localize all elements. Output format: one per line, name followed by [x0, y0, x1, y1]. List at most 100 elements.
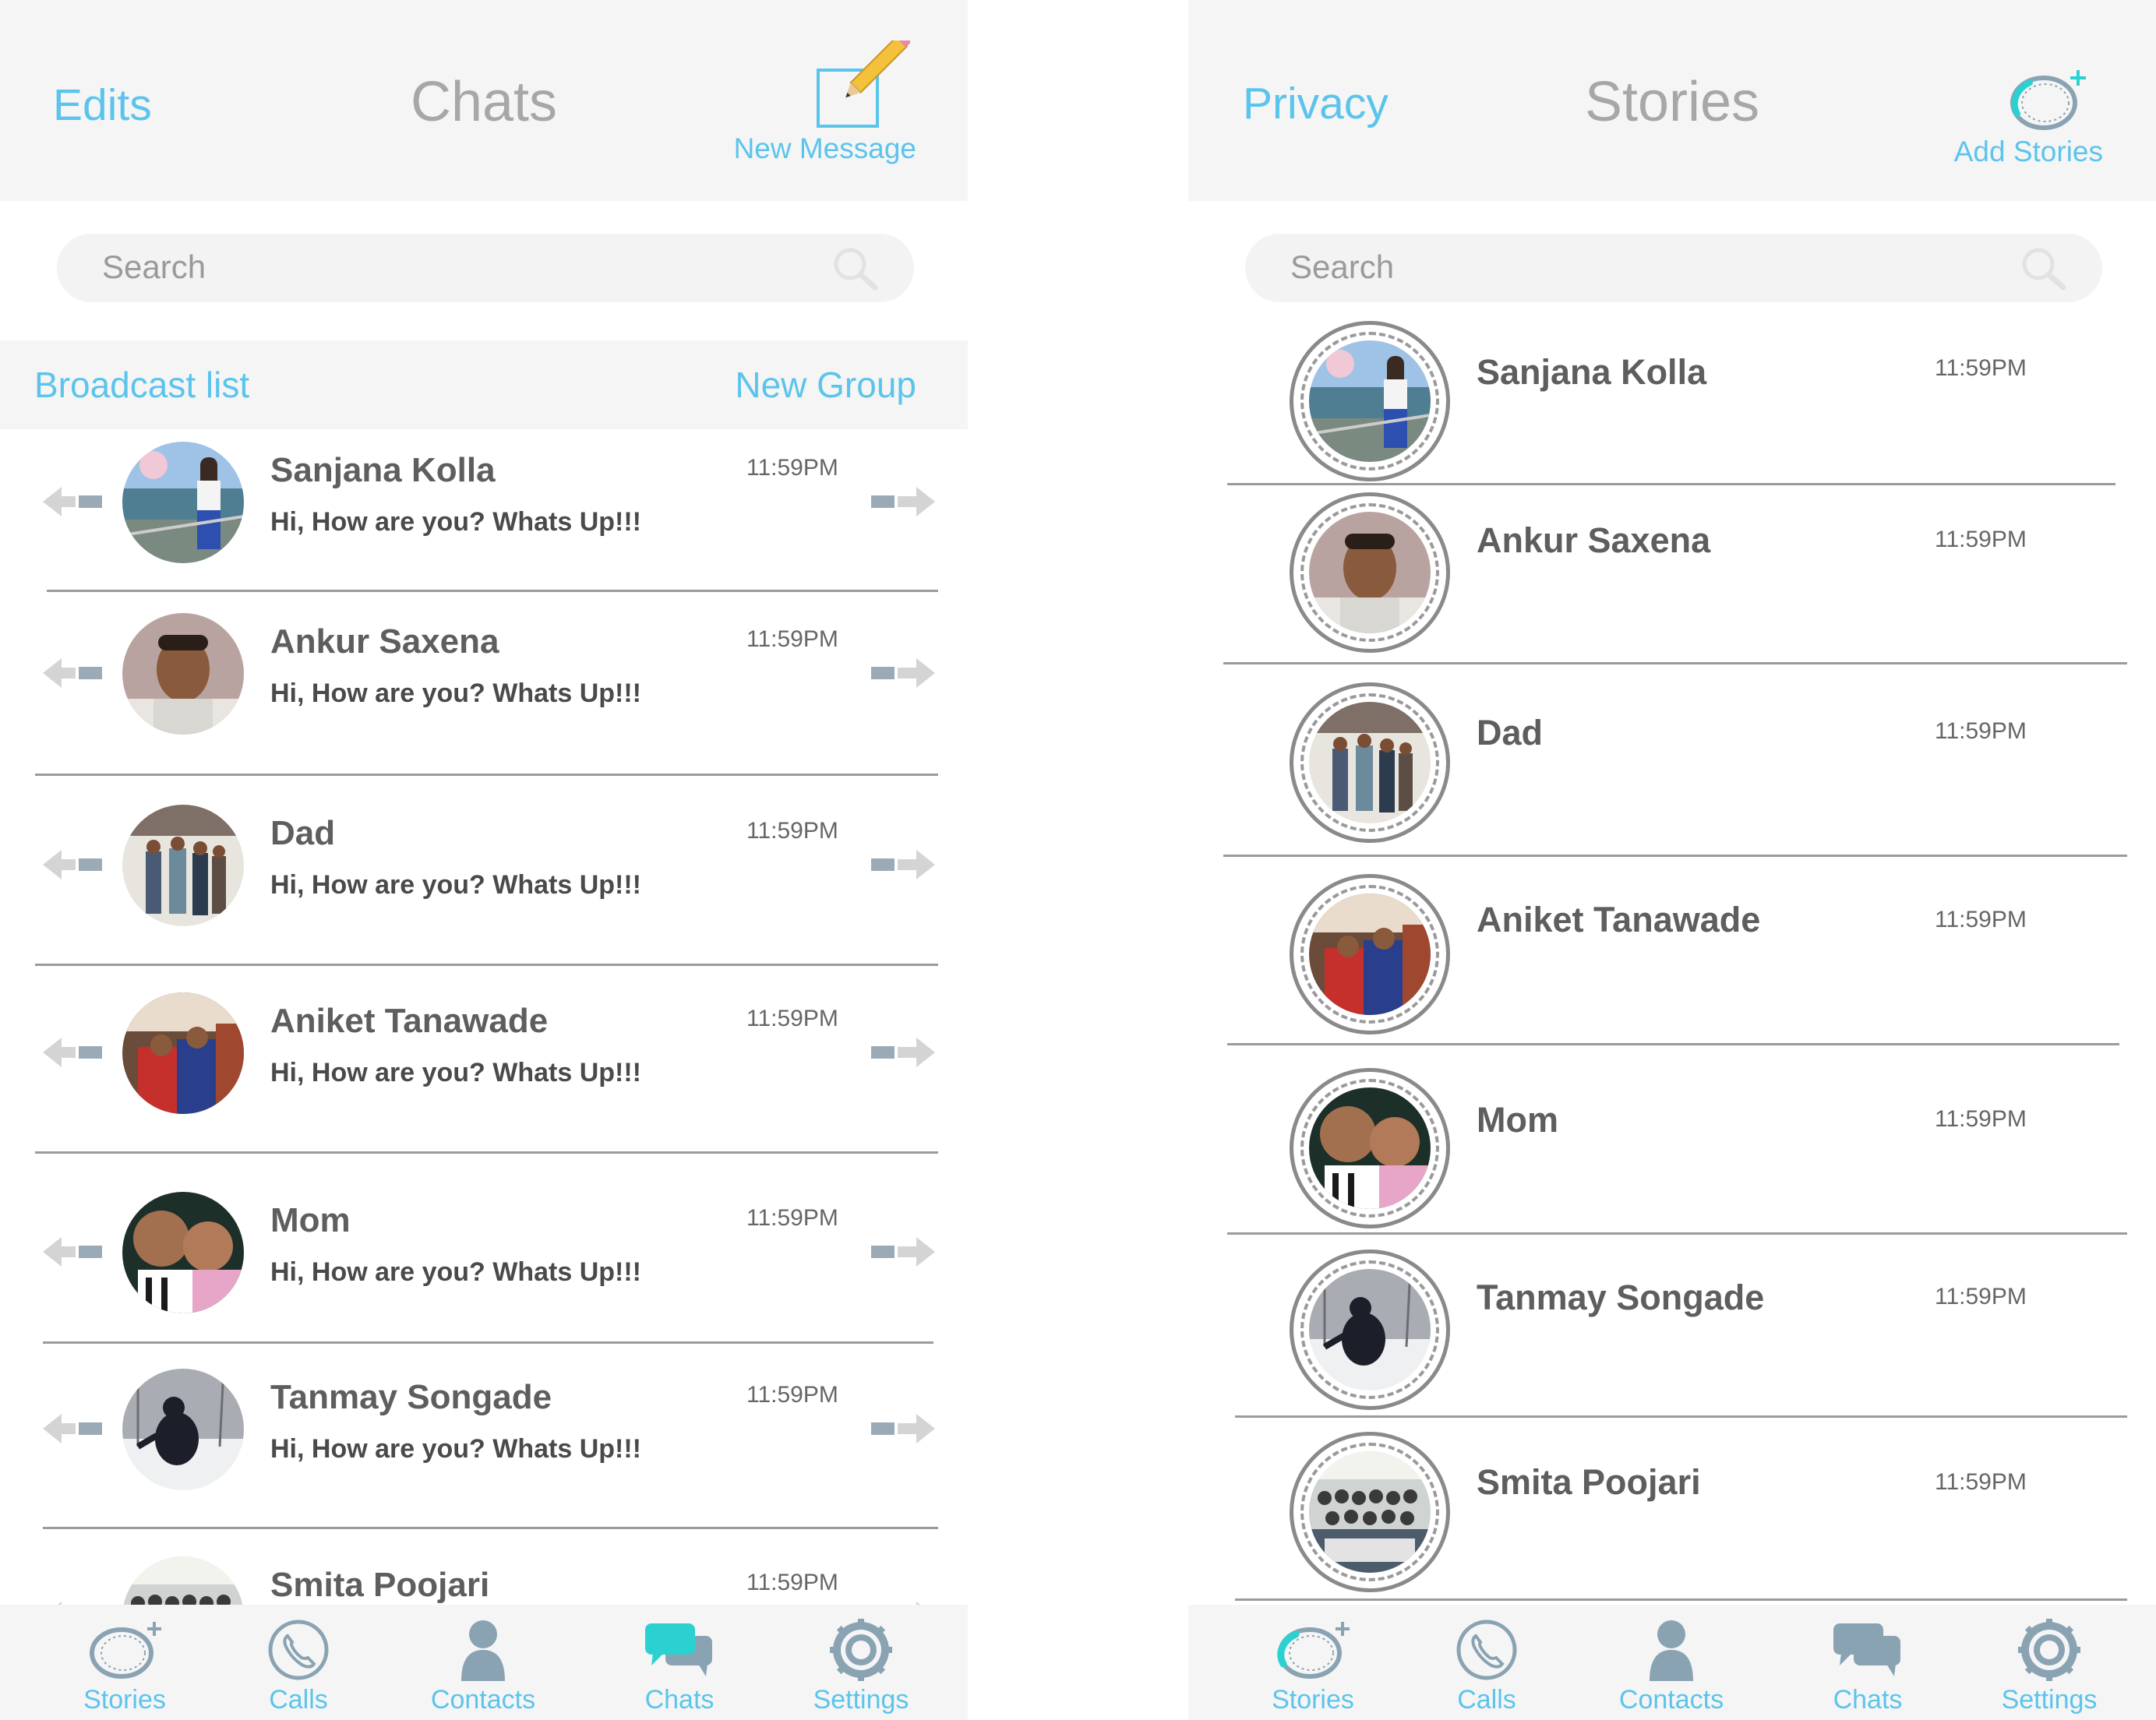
search-input[interactable] — [102, 247, 803, 287]
tab-settings[interactable]: Settings — [1964, 1605, 2135, 1720]
swipe-right-arrow-icon[interactable] — [868, 1409, 938, 1452]
swipe-right-arrow-icon[interactable] — [868, 1033, 938, 1076]
message-preview: Hi, How are you? Whats Up!!! — [270, 678, 641, 708]
chats-screen: Edits Chats New Message Broadcas — [0, 0, 968, 1720]
avatar[interactable] — [122, 442, 244, 563]
tab-label: Settings — [813, 1685, 909, 1715]
avatar — [1309, 1451, 1431, 1573]
avatar[interactable] — [122, 992, 244, 1114]
timestamp: 11:59PM — [746, 1205, 838, 1231]
tab-stories[interactable]: Stories — [1227, 1605, 1399, 1720]
timestamp: 11:59PM — [746, 818, 838, 844]
search-icon[interactable] — [831, 245, 881, 296]
avatar[interactable] — [122, 1192, 244, 1313]
timestamp: 11:59PM — [746, 455, 838, 481]
broadcast-bar: Broadcast list New Group — [0, 340, 968, 429]
stories-header: Privacy Stories Add Stories — [1188, 0, 2156, 201]
search-icon[interactable] — [2020, 245, 2070, 296]
chat-row[interactable]: Tanmay Songade Hi, How are you? Whats Up!… — [0, 1347, 968, 1526]
new-group-button[interactable]: New Group — [735, 364, 916, 406]
timestamp: 11:59PM — [1935, 907, 2027, 932]
timestamp: 11:59PM — [1935, 1469, 2027, 1495]
tab-contacts[interactable]: Contacts — [397, 1605, 569, 1720]
search-bar — [1245, 234, 2102, 302]
avatar[interactable] — [122, 805, 244, 926]
row-divider — [1235, 1598, 2127, 1601]
tab-label: Calls — [269, 1685, 328, 1715]
story-avatar-ring[interactable] — [1290, 492, 1450, 653]
avatar — [1309, 512, 1431, 633]
contact-name: Tanmay Songade — [270, 1378, 552, 1416]
tab-label: Chats — [644, 1685, 715, 1715]
story-avatar-ring[interactable] — [1290, 682, 1450, 843]
broadcast-list-button[interactable]: Broadcast list — [34, 364, 249, 406]
contact-name: Sanjana Kolla — [270, 451, 496, 489]
contact-name: Mom — [270, 1201, 351, 1239]
story-avatar-ring[interactable] — [1290, 1249, 1450, 1410]
avatar — [1309, 893, 1431, 1015]
timestamp: 11:59PM — [1935, 1106, 2027, 1132]
add-stories-button[interactable]: Add Stories — [1954, 136, 2103, 168]
row-divider — [35, 964, 938, 966]
swipe-right-arrow-icon[interactable] — [868, 845, 938, 888]
row-divider — [1223, 855, 2127, 857]
chat-row[interactable]: Mom Hi, How are you? Whats Up!!! 11:59PM — [0, 1170, 968, 1349]
swipe-left-arrow-icon[interactable] — [43, 1232, 113, 1275]
swipe-left-arrow-icon[interactable] — [43, 845, 113, 888]
avatar — [1309, 1269, 1431, 1390]
chat-row[interactable]: Aniket Tanawade Hi, How are you? Whats Up… — [0, 971, 968, 1150]
tab-chats[interactable]: Chats — [594, 1605, 765, 1720]
contact-name: Smita Poojari — [1477, 1462, 1701, 1502]
add-story-icon[interactable] — [2006, 69, 2092, 138]
timestamp: 11:59PM — [746, 1570, 838, 1595]
chat-row[interactable]: Sanjana Kolla Hi, How are you? Whats Up!!… — [0, 420, 968, 599]
row-divider — [1227, 483, 2115, 485]
swipe-left-arrow-icon[interactable] — [43, 482, 113, 525]
timestamp: 11:59PM — [746, 626, 838, 652]
story-avatar-ring[interactable] — [1290, 1068, 1450, 1228]
message-preview: Hi, How are you? Whats Up!!! — [270, 1058, 641, 1087]
tab-stories[interactable]: Stories — [39, 1605, 210, 1720]
contact-name: Mom — [1477, 1100, 1558, 1140]
tab-settings[interactable]: Settings — [775, 1605, 947, 1720]
contact-name: Sanjana Kolla — [1477, 352, 1707, 392]
story-avatar-ring[interactable] — [1290, 1432, 1450, 1592]
tab-calls[interactable]: Calls — [1401, 1605, 1572, 1720]
story-avatar-ring[interactable] — [1290, 874, 1450, 1034]
search-input[interactable] — [1290, 247, 1992, 287]
swipe-right-arrow-icon[interactable] — [868, 654, 938, 696]
tab-contacts[interactable]: Contacts — [1586, 1605, 1757, 1720]
swipe-left-arrow-icon[interactable] — [43, 654, 113, 696]
tab-label: Chats — [1833, 1685, 1903, 1715]
swipe-left-arrow-icon[interactable] — [43, 1409, 113, 1452]
timestamp: 11:59PM — [1935, 355, 2027, 381]
contact-name: Tanmay Songade — [1477, 1278, 1765, 1317]
message-preview: Hi, How are you? Whats Up!!! — [270, 1257, 641, 1287]
contact-name: Ankur Saxena — [1477, 520, 1711, 560]
tab-bar: Stories Calls Contacts Chats Settings — [0, 1605, 968, 1720]
story-avatar-ring[interactable] — [1290, 321, 1450, 481]
new-message-button[interactable]: New Message — [734, 132, 916, 165]
contact-name: Aniket Tanawade — [270, 1002, 549, 1040]
row-divider — [43, 1527, 938, 1529]
tab-chats[interactable]: Chats — [1782, 1605, 1953, 1720]
tab-label: Calls — [1457, 1685, 1516, 1715]
avatar[interactable] — [122, 1369, 244, 1490]
chat-row[interactable]: Ankur Saxena Hi, How are you? Whats Up!!!… — [0, 591, 968, 770]
message-preview: Hi, How are you? Whats Up!!! — [270, 1434, 641, 1464]
row-divider — [35, 774, 938, 776]
timestamp: 11:59PM — [1935, 1284, 2027, 1309]
swipe-right-arrow-icon[interactable] — [868, 482, 938, 525]
avatar[interactable] — [122, 613, 244, 735]
tab-label: Settings — [2001, 1685, 2098, 1715]
contact-name: Dad — [270, 814, 336, 852]
row-divider — [1223, 662, 2127, 664]
tab-calls[interactable]: Calls — [213, 1605, 384, 1720]
compose-icon[interactable] — [810, 30, 912, 135]
swipe-left-arrow-icon[interactable] — [43, 1033, 113, 1076]
tab-bar: Stories Calls Contacts Chats Settings — [1188, 1605, 2156, 1720]
row-divider — [1235, 1415, 2127, 1418]
avatar — [1309, 1087, 1431, 1209]
swipe-right-arrow-icon[interactable] — [868, 1232, 938, 1275]
chat-row[interactable]: Dad Hi, How are you? Whats Up!!! 11:59PM — [0, 783, 968, 962]
